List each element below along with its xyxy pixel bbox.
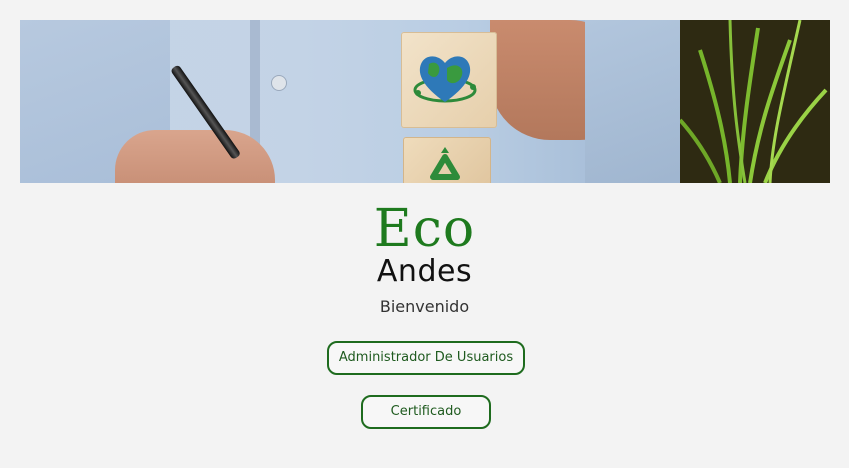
plant-image [680,20,830,183]
hero-banner [20,20,830,183]
shirt-cuff [585,20,695,183]
recycle-icon [430,147,460,180]
writing-hand [115,130,275,183]
brand-andes: Andes [376,254,473,289]
welcome-text: Bienvenido [379,297,470,316]
admin-users-button[interactable]: Administrador De Usuarios [327,341,525,375]
earth-heart-icon [413,56,477,103]
wood-cube-bottom [403,137,491,183]
page: Eco Andes Bienvenido Administrador De Us… [0,0,849,468]
wood-cube-top [401,32,497,128]
shirt-button [271,75,287,91]
certificate-button[interactable]: Certificado [361,395,491,429]
brand-eco: Eco [373,199,476,259]
